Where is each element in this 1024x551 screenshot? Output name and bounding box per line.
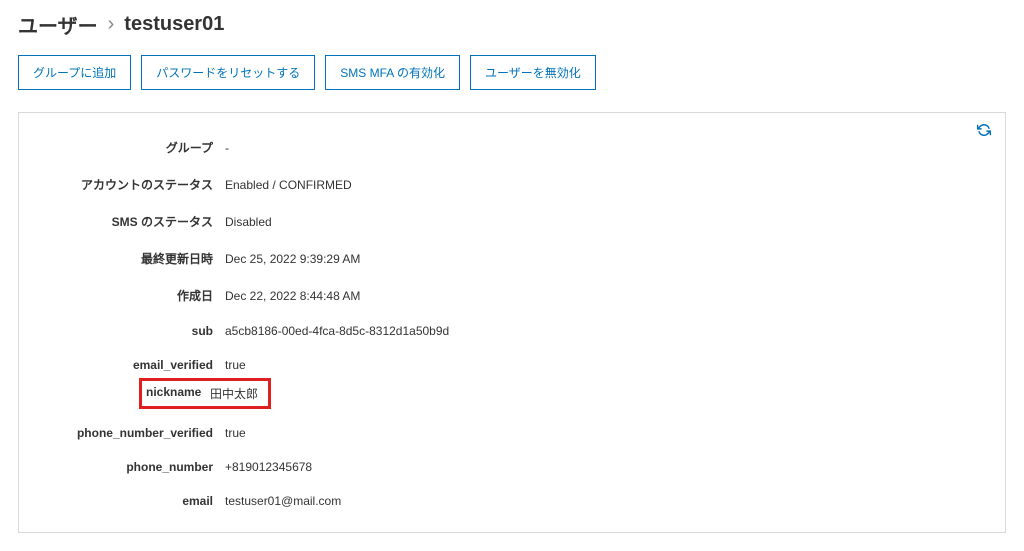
value-cell-nickname: nickname 田中太郎 xyxy=(219,382,455,416)
user-detail-panel: グループ - アカウントのステータス Enabled / CONFIRMED S… xyxy=(18,112,1006,533)
label-created: 作成日 xyxy=(29,277,219,314)
detail-row-email-verified: email_verified true xyxy=(29,348,455,382)
detail-row-group: グループ - xyxy=(29,129,455,166)
value-phone-number-verified: true xyxy=(219,416,455,450)
label-nickname: nickname xyxy=(146,385,208,402)
label-email: email xyxy=(29,484,219,518)
label-phone-number: phone_number xyxy=(29,450,219,484)
breadcrumb-current: testuser01 xyxy=(124,13,224,36)
detail-row-nickname: nickname 田中太郎 xyxy=(29,382,455,416)
refresh-icon[interactable] xyxy=(977,123,993,139)
detail-row-sms-status: SMS のステータス Disabled xyxy=(29,203,455,240)
breadcrumb-separator: › xyxy=(108,13,115,36)
detail-row-last-modified: 最終更新日時 Dec 25, 2022 9:39:29 AM xyxy=(29,240,455,277)
detail-row-account-status: アカウントのステータス Enabled / CONFIRMED xyxy=(29,166,455,203)
reset-password-button[interactable]: パスワードをリセットする xyxy=(141,55,315,90)
value-created: Dec 22, 2022 8:44:48 AM xyxy=(219,277,455,314)
detail-row-phone-number: phone_number +819012345678 xyxy=(29,450,455,484)
value-group: - xyxy=(219,129,455,166)
detail-row-sub: sub a5cb8186-00ed-4fca-8d5c-8312d1a50b9d xyxy=(29,314,455,348)
value-sms-status: Disabled xyxy=(219,203,455,240)
breadcrumb: ユーザー › testuser01 xyxy=(18,8,1006,39)
user-detail-table: グループ - アカウントのステータス Enabled / CONFIRMED S… xyxy=(29,129,455,518)
label-phone-number-verified: phone_number_verified xyxy=(29,416,219,450)
label-sms-status: SMS のステータス xyxy=(29,203,219,240)
detail-row-created: 作成日 Dec 22, 2022 8:44:48 AM xyxy=(29,277,455,314)
label-last-modified: 最終更新日時 xyxy=(29,240,219,277)
value-email: testuser01@mail.com xyxy=(219,484,455,518)
label-account-status: アカウントのステータス xyxy=(29,166,219,203)
value-sub: a5cb8186-00ed-4fca-8d5c-8312d1a50b9d xyxy=(219,314,455,348)
label-group: グループ xyxy=(29,129,219,166)
value-email-verified: true xyxy=(219,348,455,382)
add-to-group-button[interactable]: グループに追加 xyxy=(18,55,131,90)
value-account-status: Enabled / CONFIRMED xyxy=(219,166,455,203)
action-button-row: グループに追加 パスワードをリセットする SMS MFA の有効化 ユーザーを無… xyxy=(18,55,1006,90)
label-sub: sub xyxy=(29,314,219,348)
breadcrumb-root[interactable]: ユーザー xyxy=(18,10,98,39)
value-last-modified: Dec 25, 2022 9:39:29 AM xyxy=(219,240,455,277)
detail-row-email: email testuser01@mail.com xyxy=(29,484,455,518)
disable-user-button[interactable]: ユーザーを無効化 xyxy=(470,55,596,90)
label-email-verified: email_verified xyxy=(29,348,219,382)
value-nickname: 田中太郎 xyxy=(208,385,264,402)
detail-row-phone-number-verified: phone_number_verified true xyxy=(29,416,455,450)
highlight-box: nickname 田中太郎 xyxy=(139,378,271,409)
enable-sms-mfa-button[interactable]: SMS MFA の有効化 xyxy=(325,55,460,90)
value-phone-number: +819012345678 xyxy=(219,450,455,484)
